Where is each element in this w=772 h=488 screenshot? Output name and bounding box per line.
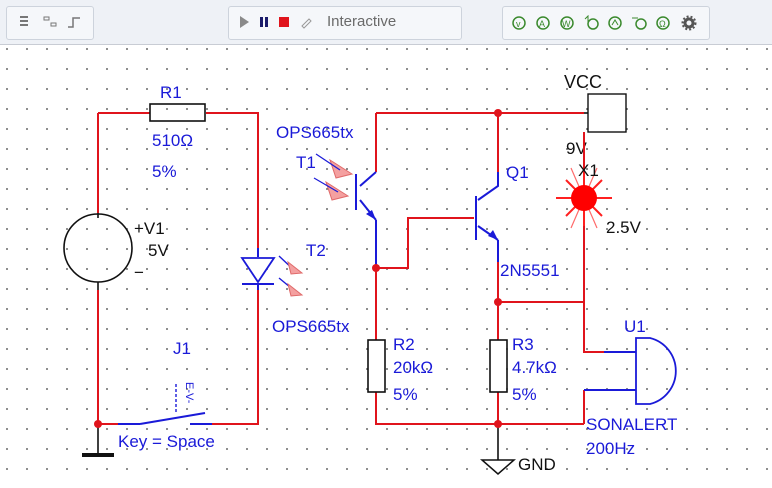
sim-probe-1-icon[interactable]: v bbox=[511, 15, 527, 31]
transistor-q1[interactable] bbox=[475, 172, 499, 241]
voltage-source-v1[interactable] bbox=[63, 213, 133, 290]
v1-value: 5V bbox=[148, 241, 169, 260]
v1-minus: − bbox=[134, 263, 144, 282]
r2-value: 20kΩ bbox=[393, 358, 433, 377]
mode-label[interactable]: Interactive bbox=[327, 13, 396, 30]
sim-probe-2-icon[interactable]: A bbox=[535, 15, 551, 31]
ground-symbol[interactable] bbox=[480, 459, 516, 475]
r1-tolerance: 5% bbox=[152, 162, 177, 181]
r3-tolerance: 5% bbox=[512, 385, 537, 404]
r2-ref: R2 bbox=[393, 335, 415, 354]
lamp-x1[interactable] bbox=[556, 132, 612, 229]
sim-probe-5-icon[interactable] bbox=[607, 15, 623, 31]
schematic-canvas[interactable]: R1 510Ω 5% +V1 5V − T2 OPS665tx J1 E-V- … bbox=[0, 45, 772, 488]
svg-text:Ω: Ω bbox=[659, 19, 666, 29]
align-icon[interactable] bbox=[39, 7, 61, 37]
t1-part: OPS665tx bbox=[276, 123, 354, 142]
multisim-window: Interactive v A W Ω R1 510Ω 5% +V1 5V − … bbox=[0, 0, 772, 488]
phototransistor-t1[interactable] bbox=[313, 153, 377, 221]
switch-j1[interactable] bbox=[118, 382, 212, 425]
vcc-ref: VCC bbox=[564, 72, 602, 92]
svg-text:W: W bbox=[562, 19, 571, 29]
r3-value: 4.7kΩ bbox=[512, 358, 557, 377]
vcc-source[interactable] bbox=[587, 93, 627, 133]
resistor-r1[interactable] bbox=[149, 103, 206, 122]
u1-freq: 200Hz bbox=[586, 439, 635, 458]
resistor-r2[interactable] bbox=[367, 339, 386, 393]
j1-ref: J1 bbox=[173, 339, 191, 358]
simulation-controls: Interactive bbox=[228, 6, 462, 40]
t1-ref: T1 bbox=[296, 153, 316, 172]
u1-ref: U1 bbox=[624, 317, 646, 336]
svg-text:v: v bbox=[516, 19, 521, 29]
q1-part: 2N5551 bbox=[500, 261, 560, 280]
j1-mark: E-V- bbox=[183, 382, 195, 404]
led-t2[interactable] bbox=[240, 248, 304, 297]
t2-part: OPS665tx bbox=[272, 317, 350, 336]
x1-value: 2.5V bbox=[606, 218, 642, 237]
x1-ref: X1 bbox=[578, 161, 599, 180]
gnd-ref: GND bbox=[518, 455, 556, 474]
buzzer-u1[interactable] bbox=[584, 337, 677, 405]
probe-tools-group: v A W Ω bbox=[502, 6, 710, 40]
pause-icon[interactable] bbox=[253, 7, 275, 37]
step-icon[interactable] bbox=[63, 7, 85, 37]
pin-icon[interactable] bbox=[295, 7, 317, 37]
r2-tolerance: 5% bbox=[393, 385, 418, 404]
j1-key: Key = Space bbox=[118, 432, 215, 451]
t2-ref: T2 bbox=[306, 241, 326, 260]
view-tools-group bbox=[6, 6, 94, 40]
sim-probe-6-icon[interactable] bbox=[631, 15, 647, 31]
r1-ref: R1 bbox=[160, 83, 182, 102]
gear-icon[interactable] bbox=[681, 15, 697, 31]
play-icon[interactable] bbox=[233, 7, 255, 37]
v1-ref: +V1 bbox=[134, 219, 165, 238]
r3-ref: R3 bbox=[512, 335, 534, 354]
schematic-drawing: R1 510Ω 5% +V1 5V − T2 OPS665tx J1 E-V- … bbox=[63, 72, 677, 475]
stop-icon[interactable] bbox=[273, 7, 295, 37]
u1-part: SONALERT bbox=[586, 415, 677, 434]
sim-probe-3-icon[interactable]: W bbox=[559, 15, 575, 31]
r1-value: 510Ω bbox=[152, 131, 193, 150]
q1-ref: Q1 bbox=[506, 163, 529, 182]
toolbar: Interactive v A W Ω bbox=[0, 0, 772, 45]
resistor-r3[interactable] bbox=[489, 339, 508, 393]
sim-probe-7-icon[interactable]: Ω bbox=[655, 15, 671, 31]
svg-text:A: A bbox=[539, 19, 545, 29]
grip-icon[interactable] bbox=[13, 7, 35, 37]
sim-probe-4-icon[interactable] bbox=[583, 15, 599, 31]
